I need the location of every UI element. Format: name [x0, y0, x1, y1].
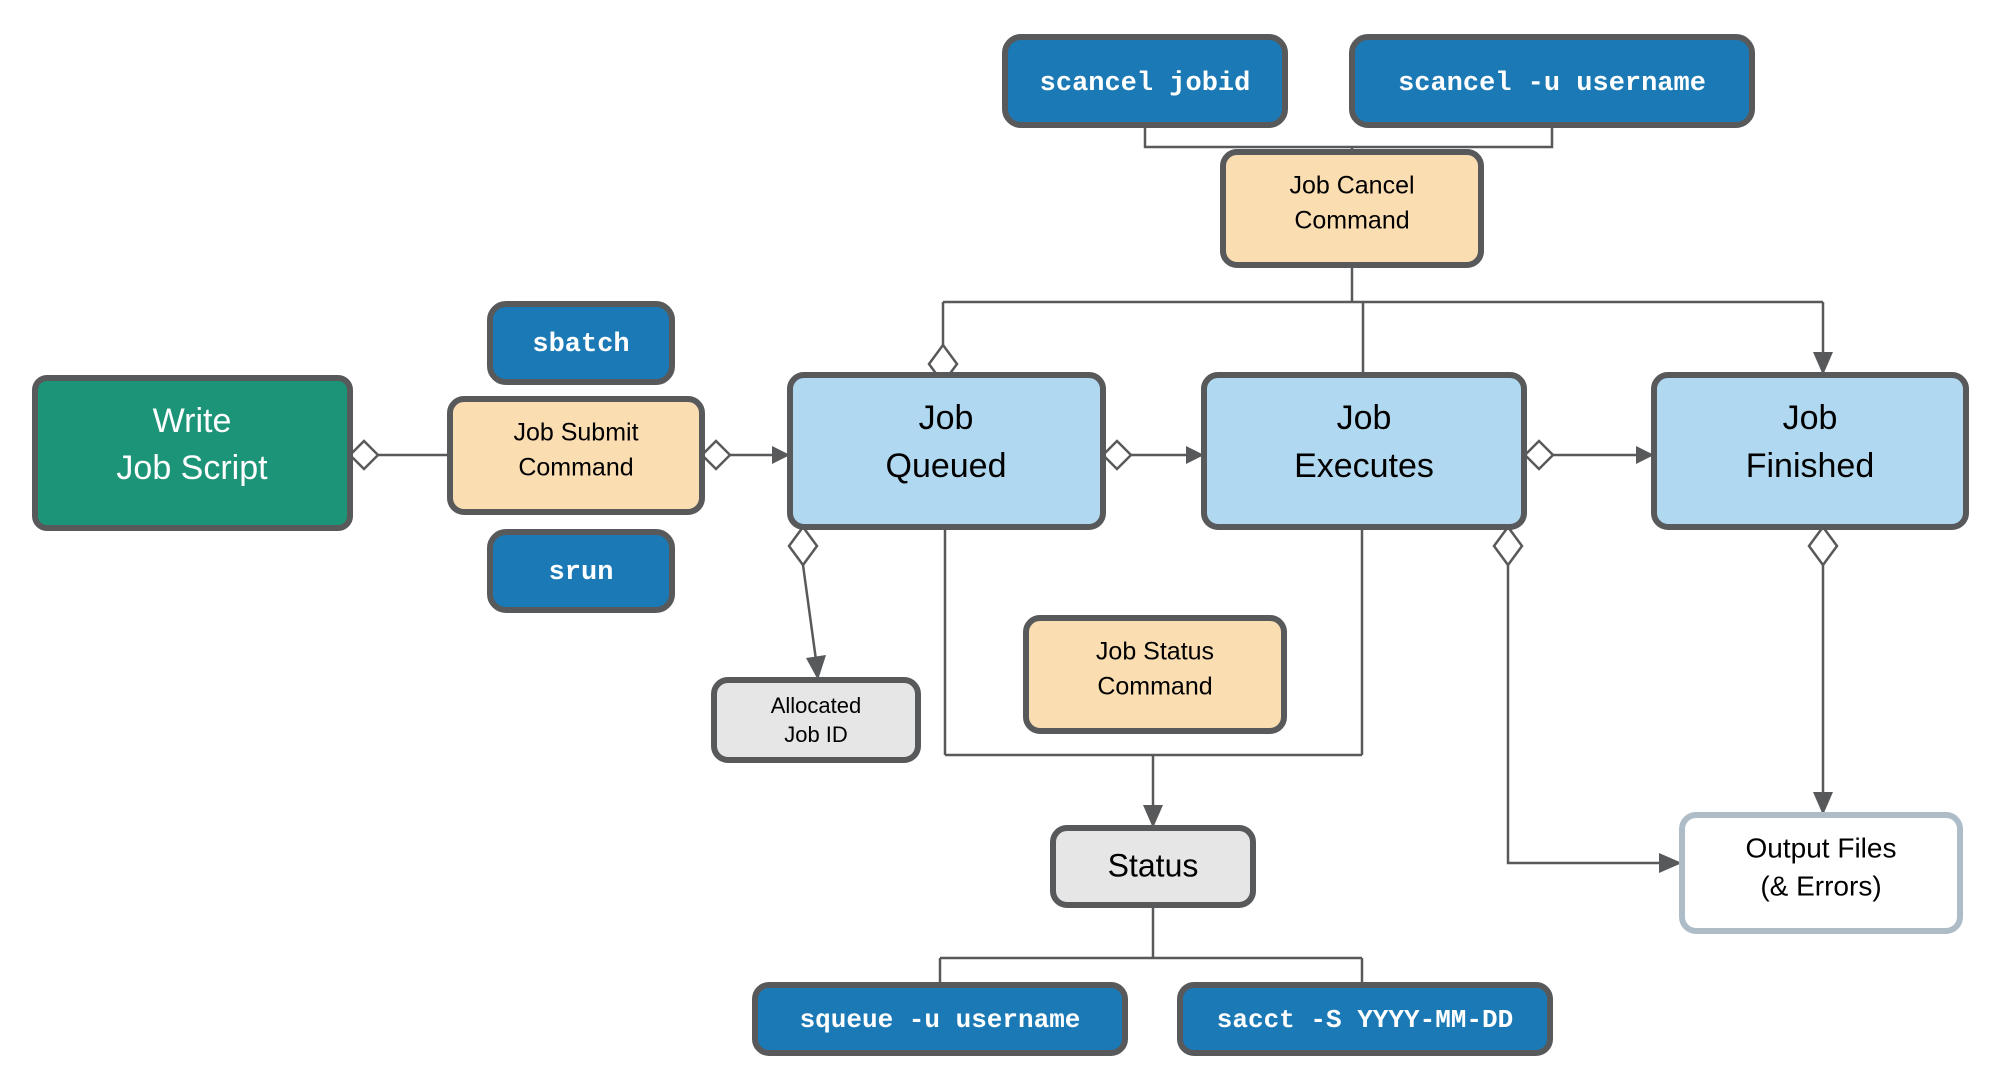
slurm-workflow-diagram: scancel jobid scancel -u username Job Ca…	[32, 34, 1969, 1056]
job-cancel-command-line2: Command	[1294, 207, 1409, 235]
diamond-finished-bottom	[1807, 524, 1839, 568]
diagram-canvas: scancel jobid scancel -u username Job Ca…	[0, 0, 2001, 1086]
output-files-line2: (& Errors)	[1760, 870, 1881, 901]
node-squeue[interactable]: squeue -u username	[752, 982, 1128, 1056]
job-executes-line2: Executes	[1294, 447, 1434, 485]
node-job-queued[interactable]: Job Queued	[787, 372, 1106, 530]
job-finished-line2: Finished	[1746, 447, 1875, 485]
scancel-username-label: scancel -u username	[1398, 69, 1706, 99]
diamond-executes-bottom	[1492, 524, 1524, 568]
diamond-submit-right	[700, 439, 732, 471]
edge-scancel-user-to-cancel-command	[1352, 125, 1554, 149]
allocated-job-id-line2: Job ID	[784, 722, 848, 747]
edge-executes-to-output-files	[1506, 565, 1662, 865]
job-submit-command-line1: Job Submit	[513, 419, 638, 447]
status-label: Status	[1108, 847, 1199, 883]
write-job-script-line2: Job Script	[116, 449, 268, 487]
node-srun[interactable]: srun	[487, 529, 675, 613]
diamond-script-right	[348, 439, 380, 471]
diamond-queued-right	[1101, 439, 1133, 471]
node-scancel-jobid[interactable]: scancel jobid	[1002, 34, 1288, 128]
node-job-executes[interactable]: Job Executes	[1201, 372, 1527, 530]
diamond-executes-right	[1523, 439, 1555, 471]
node-job-submit-command[interactable]: Job Submit Command	[447, 396, 705, 515]
node-job-cancel-command[interactable]: Job Cancel Command	[1220, 149, 1484, 268]
write-job-script-line1: Write	[153, 402, 232, 440]
allocated-job-id-line1: Allocated	[771, 693, 862, 718]
node-sacct[interactable]: sacct -S YYYY-MM-DD	[1177, 982, 1553, 1056]
arrowhead-into-output-files-left	[1659, 853, 1682, 873]
node-allocated-job-id[interactable]: Allocated Job ID	[711, 677, 921, 763]
job-status-command-line1: Job Status	[1096, 638, 1214, 666]
edge-scancel-jobid-to-cancel-command	[1143, 125, 1352, 149]
arrowhead-into-status	[1143, 805, 1163, 828]
sacct-label: sacct -S YYYY-MM-DD	[1217, 1005, 1513, 1035]
output-files-line1: Output Files	[1746, 832, 1897, 863]
node-status[interactable]: Status	[1050, 825, 1256, 908]
job-status-command-line2: Command	[1097, 673, 1212, 701]
diamond-queued-bottom	[787, 524, 819, 568]
job-cancel-command-line1: Job Cancel	[1289, 172, 1414, 200]
edge-queued-to-allocated-jobid	[801, 564, 818, 661]
node-output-files[interactable]: Output Files (& Errors)	[1679, 812, 1963, 934]
node-sbatch[interactable]: sbatch	[487, 301, 675, 385]
squeue-label: squeue -u username	[800, 1005, 1081, 1035]
job-submit-command-line2: Command	[518, 454, 633, 482]
arrowhead-into-output-files-top	[1813, 792, 1833, 815]
arrowhead-into-finished-top	[1813, 352, 1833, 375]
job-executes-line1: Job	[1337, 399, 1392, 437]
node-job-status-command[interactable]: Job Status Command	[1023, 615, 1287, 734]
job-queued-line1: Job	[919, 399, 974, 437]
job-finished-line1: Job	[1783, 399, 1838, 437]
node-write-job-script[interactable]: Write Job Script	[32, 375, 353, 531]
srun-label: srun	[549, 558, 614, 588]
job-queued-line2: Queued	[886, 447, 1007, 485]
arrowhead-into-allocated-jobid	[806, 655, 826, 680]
sbatch-label: sbatch	[532, 330, 629, 360]
node-scancel-username[interactable]: scancel -u username	[1349, 34, 1755, 128]
scancel-jobid-label: scancel jobid	[1040, 69, 1251, 99]
node-job-finished[interactable]: Job Finished	[1651, 372, 1969, 530]
